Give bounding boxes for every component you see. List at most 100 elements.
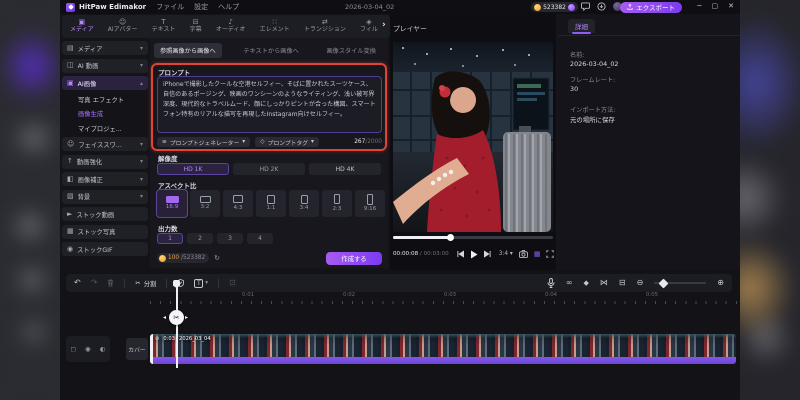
tab-transition[interactable]: ⇄ トランジション: [304, 19, 346, 34]
play-button[interactable]: [470, 250, 478, 259]
sidebar-sub-image-generation[interactable]: 画像生成: [62, 108, 148, 119]
mute-track-icon[interactable]: ◐: [100, 345, 106, 353]
auto-caption-icon[interactable]: ⊡: [229, 279, 236, 287]
output-3-button[interactable]: 3: [217, 233, 243, 244]
tab-audio[interactable]: ♪ オーディオ: [216, 19, 246, 34]
aspect-shape-icon: [266, 195, 276, 204]
undo-icon[interactable]: ↶: [74, 279, 81, 287]
char-counter: 267/2000: [354, 139, 382, 145]
name-value: 2026-03-04_02: [570, 60, 619, 68]
sidebar-item-image-correction[interactable]: ◧ 画像補正 ▾: [62, 172, 148, 186]
zoom-in-icon[interactable]: ⊕: [717, 279, 724, 287]
menu-help[interactable]: ヘルプ: [218, 2, 239, 12]
unlink-icon[interactable]: ⋈: [600, 279, 608, 287]
tab-details[interactable]: 詳細: [568, 19, 595, 34]
export-button[interactable]: エクスポート: [620, 1, 682, 13]
ratio-selector[interactable]: 3:4 ▾: [499, 251, 513, 257]
keyframe-icon[interactable]: ◆: [584, 279, 589, 287]
lock-track-icon[interactable]: ◻: [71, 345, 76, 353]
aspect-4-3-button[interactable]: 4:3: [223, 190, 253, 217]
tab-text[interactable]: T テキスト: [152, 19, 176, 34]
zoom-slider-handle[interactable]: [658, 278, 669, 288]
player-preview[interactable]: [393, 42, 553, 232]
timeline-ruler[interactable]: 0:01 0:02 0:03 0:04 0:05: [150, 292, 738, 304]
grid-view-icon[interactable]: ▦: [534, 250, 541, 258]
toggle-visibility-icon[interactable]: ◉: [85, 345, 91, 353]
aspect-shape-icon: [233, 195, 243, 204]
menu-file[interactable]: ファイル: [156, 2, 184, 12]
ribbon-tabbar: ▣ メディア ☺ AIアバター T テキスト ⊟ 字幕 ♪ オーディオ ∷ エレメント ⇄ ト…: [62, 15, 390, 38]
video-clip[interactable]: ⊘ 0:03 2026_03_04: [150, 334, 736, 364]
sidebar-item-stock-video[interactable]: ► ストック動画: [62, 207, 148, 221]
aspect-1-1-button[interactable]: 1:1: [256, 190, 286, 217]
download-update-icon[interactable]: [597, 1, 606, 11]
aspect-3-2-button[interactable]: 3:2: [190, 190, 220, 217]
sidebar-sub-photo-effects[interactable]: 写真 エフェクト: [62, 94, 148, 105]
timeline-zoom-slider[interactable]: [654, 278, 707, 288]
credits-badge[interactable]: 523382: [531, 2, 578, 12]
tab-media[interactable]: ▣ メディア: [70, 19, 94, 34]
zoom-out-icon[interactable]: ⊖: [637, 279, 644, 287]
sidebar-item-face-swap[interactable]: ☺ フェイススワ... ▾: [62, 137, 148, 151]
feedback-icon[interactable]: [581, 1, 590, 11]
sidebar-item-ai-image[interactable]: ▣ AI画像 ▴: [62, 76, 148, 90]
maximize-button[interactable]: ▢: [712, 2, 719, 10]
aspect-9-16-button[interactable]: 9:16: [355, 190, 385, 217]
close-button[interactable]: ✕: [728, 2, 734, 10]
fit-timeline-icon[interactable]: ⊟: [619, 279, 626, 287]
sidebar-item-stock-photo[interactable]: ▦ ストック写真: [62, 224, 148, 239]
create-button[interactable]: 作成する: [326, 251, 382, 265]
prompt-tags-button[interactable]: ◇ プロンプトタグ ▾: [255, 137, 319, 147]
aspect-16-9-button[interactable]: 16:9: [156, 189, 188, 218]
enhance-icon: ↑: [67, 157, 73, 165]
aspect-3-4-button[interactable]: 3:4: [289, 190, 319, 217]
screenshot-stage: HitPaw Edimakor ファイル 設定 ヘルプ 2026-03-04_0…: [0, 0, 800, 400]
document-title: 2026-03-04_02: [345, 3, 395, 11]
seekbar-handle[interactable]: [447, 234, 455, 241]
delete-icon[interactable]: [107, 279, 114, 287]
sidebar-item-stock-gif[interactable]: ◉ ストックGIF: [62, 242, 148, 256]
sidebar-item-media[interactable]: ▤ メディア ▾: [62, 41, 148, 55]
tab-filter[interactable]: ◈ フィル: [360, 19, 378, 34]
link-icon[interactable]: ∞: [566, 279, 573, 287]
minimize-button[interactable]: ─: [697, 2, 701, 10]
output-1-button[interactable]: 1: [157, 233, 183, 244]
output-2-button[interactable]: 2: [187, 233, 213, 244]
redo-icon[interactable]: ↷: [91, 279, 98, 287]
sidebar-sub-my-projects[interactable]: マイプロジェ...: [62, 123, 148, 134]
tab-ai-avatar[interactable]: ☺ AIアバター: [108, 19, 138, 34]
resolution-hd1k-button[interactable]: HD 1K: [157, 163, 229, 175]
tab-style-transfer[interactable]: 画像スタイル変換: [320, 43, 382, 58]
sidebar-item-ai-video[interactable]: ◫ AI 動画 ▾: [62, 58, 148, 73]
resolution-hd4k-button[interactable]: HD 4K: [309, 163, 381, 175]
tab-element[interactable]: ∷ エレメント: [260, 19, 290, 34]
resolution-hd2k-button[interactable]: HD 2K: [233, 163, 305, 175]
previous-frame-button[interactable]: [457, 250, 464, 258]
cost-badge: 100 /523382: [157, 253, 210, 263]
playhead[interactable]: ◂ ✂ ▸: [163, 280, 188, 368]
fullscreen-icon[interactable]: [546, 250, 555, 258]
ribbon-scroll-right-icon[interactable]: ›: [382, 20, 386, 30]
output-4-button[interactable]: 4: [247, 233, 273, 244]
split-button[interactable]: ✂ 分割: [135, 279, 156, 288]
clip-trim-handle[interactable]: [150, 334, 153, 364]
aspect-2-3-button[interactable]: 2:3: [322, 190, 352, 217]
prompt-textarea[interactable]: iPhoneで撮影したクールな空港セルフィー、そばに置かれたスーツケース、自信の…: [157, 76, 382, 133]
next-frame-button[interactable]: [483, 250, 491, 258]
refresh-icon[interactable]: ↻: [214, 254, 220, 262]
sidebar-item-video-enhance[interactable]: ↑ 動画強化 ▾: [62, 154, 148, 169]
tab-subtitle[interactable]: ⊟ 字幕: [190, 19, 202, 34]
prompt-generator-button[interactable]: ≡ プロンプトジェネレーター ▾: [157, 137, 251, 147]
cover-button[interactable]: カバー: [126, 338, 148, 360]
sidebar-item-background[interactable]: ▨ 背景 ▾: [62, 189, 148, 204]
framerate-label: フレームレート:: [570, 77, 616, 84]
player-seekbar[interactable]: [393, 234, 553, 241]
tab-reference-to-image[interactable]: 参照画像から画像へ: [154, 43, 222, 58]
record-voiceover-icon[interactable]: [547, 278, 555, 288]
text-tool-button[interactable]: T ▾: [194, 278, 208, 288]
tab-text-to-image[interactable]: テキストから画像へ: [237, 43, 305, 58]
timeline-panel: ↶ ↷ ✂ 分割 T ▾ ⊡ ∞ ◆ ⋈ ⊟ ⊖ ⊕ 0:01 0:02 0:0…: [60, 270, 740, 400]
split-cursor-icon[interactable]: ✂: [169, 310, 184, 325]
snapshot-icon[interactable]: [518, 250, 528, 258]
menu-settings[interactable]: 設定: [194, 2, 208, 12]
